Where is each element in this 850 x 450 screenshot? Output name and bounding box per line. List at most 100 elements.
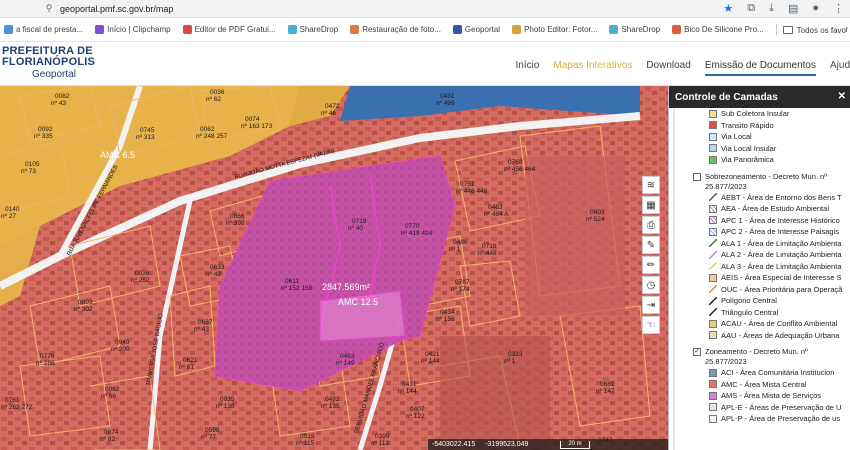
lot-code-label: 0716 [482, 243, 497, 250]
lot-number-label: nº 252 [131, 277, 150, 284]
nav-emissao-documentos[interactable]: Emissão de Documentos [704, 60, 816, 76]
bookmark-item[interactable]: a fiscal de presta... [4, 25, 83, 34]
lot-number-label: nº 112 [371, 440, 390, 447]
legend-label: APC 1 - Área de Interesse Histórico [721, 215, 840, 225]
bookmark-item[interactable]: Bico De Silicone Pro... [672, 25, 764, 34]
legend-item[interactable]: AMC - Área Mista Central [709, 379, 850, 391]
nav-download[interactable]: Download [646, 60, 690, 76]
lot-code-label: 0776 [40, 353, 55, 360]
draw-tool-button[interactable]: ✏ [642, 256, 660, 274]
legend-line-swatch [708, 192, 718, 202]
bookmark-favicon-icon [287, 25, 297, 34]
legend-item[interactable]: OUC - Área Prioritária para Operaçã [708, 284, 850, 296]
lot-code-label: 0751 [460, 181, 475, 188]
basemap-tool-button[interactable]: ▦ [642, 196, 660, 214]
legend-item[interactable]: Polígono Central [708, 295, 850, 307]
lot-code-label: 0633 [210, 264, 225, 271]
identify-tool-button[interactable]: ◷ [642, 276, 660, 294]
legend-item[interactable]: ACI - Área Comunitária Institucion [709, 367, 850, 379]
browser-actions: ★ ⧉ ⤓ ▤ ● ⋮ [723, 2, 844, 15]
lot-code-label: 0074 [245, 116, 260, 123]
pmf-logo[interactable]: PREFEITURA DE FLORIANÓPOLIS Geoportal [2, 46, 95, 80]
legend-item[interactable]: ALA 1 - Área de Limitação Ambienta [708, 238, 850, 250]
legend-line-icon [708, 238, 718, 248]
legend-item[interactable]: Via Panorâmica [709, 154, 850, 166]
lot-code-label: 0333 [508, 351, 523, 358]
bookmark-item[interactable]: Photo Editor: Fotor... [512, 25, 597, 34]
layer-checkbox[interactable] [693, 172, 701, 181]
legend-item[interactable]: AMS - Área Mista de Serviços [709, 390, 850, 402]
site-info-icon[interactable]: ⚲ [44, 3, 54, 14]
legend-item[interactable]: APC 1 - Área de Interesse Histórico [709, 215, 850, 227]
layer-checkbox[interactable]: ✓ [693, 348, 701, 356]
lot-number-label: nº 62 [206, 96, 221, 103]
lot-number-label: nº 335 [34, 133, 53, 140]
legend-label: AEA - Área de Estudo Ambiental [721, 204, 829, 214]
bookmark-star-icon[interactable]: ★ [723, 2, 733, 15]
legend-label: ALA 2 - Área de Limitação Ambienta [721, 250, 842, 260]
legend-item[interactable]: AEBT - Área de Entorno dos Bens T [708, 192, 850, 204]
area-measure-label: 2847.569m² [322, 282, 370, 292]
lot-code-label: 0482 [325, 396, 340, 403]
lot-number-label: nº 43 [194, 326, 209, 333]
layers-tool-button[interactable]: ≋ [642, 176, 660, 194]
legend-item[interactable]: Transito Rápido [709, 120, 850, 132]
profile-icon[interactable]: ● [812, 2, 819, 15]
legend-item[interactable]: APL-E - Áreas de Preservação de U [709, 402, 850, 414]
measure-tool-button[interactable]: ✎ [642, 236, 660, 254]
map-canvas[interactable]: RUA JOÃO MOTTA ESPEZIM (VA180) RUA JUVEN… [0, 86, 668, 450]
layer-group-zoneamento[interactable]: ✓ Zoneamento - Decreto Mun. nº 25.877/202… [693, 347, 850, 367]
nav-inicio[interactable]: Início [515, 60, 539, 76]
export-tool-button[interactable]: ⇥ [642, 296, 660, 314]
legend-item[interactable]: Via Local Insular [709, 143, 850, 155]
sidepanel-icon[interactable]: ▤ [788, 2, 798, 15]
legend-item[interactable]: ALA 2 - Área de Limitação Ambienta [708, 249, 850, 261]
browser-address-bar[interactable]: ⚲ geoportal.pmf.sc.gov.br/map ★ ⧉ ⤓ ▤ ● … [0, 0, 850, 18]
lot-code-label: 0768 [508, 159, 523, 166]
bookmark-item[interactable]: Início | Clipchamp [95, 25, 171, 34]
legend-item[interactable]: ALA 3 - Área de Limitação Ambienta [708, 261, 850, 273]
bookmark-item[interactable]: ShareDrop [609, 25, 660, 34]
layer-group-sobrezoneamento[interactable]: Sobrezoneamento - Decreto Mun. nº 25.877… [693, 172, 850, 192]
lot-code-label: 0519 [300, 433, 315, 440]
legend-label: AMS - Área Mista de Serviços [721, 391, 822, 401]
bookmark-item[interactable]: Geoportal [452, 25, 500, 34]
download-icon[interactable]: ⤓ [769, 2, 774, 15]
nav-ajuda[interactable]: Ajud [830, 60, 850, 76]
pan-tool-button[interactable]: ☜ [642, 316, 660, 334]
coord-x: -5403022.415 [432, 441, 476, 448]
lot-code-label: 0681 [600, 381, 615, 388]
legend-item[interactable]: APC 2 - Área de Interesse Paisagis [709, 226, 850, 238]
nav-mapas-interativos[interactable]: Mapas Interativos [553, 60, 632, 76]
legend-item[interactable]: Triângulo Central [708, 307, 850, 319]
extensions-icon[interactable]: ⧉ [747, 2, 755, 15]
map-svg[interactable]: RUA JOÃO MOTTA ESPEZIM (VA180) RUA JUVEN… [0, 86, 668, 450]
bookmark-item[interactable]: Restauração de foto... [350, 25, 441, 34]
legend-item[interactable]: ACAU - Área de Conflito Ambiental [709, 318, 850, 330]
legend-item[interactable]: APL-P - Área de Preservação de us [709, 413, 850, 425]
legend-item[interactable]: AEA - Área de Estudo Ambiental [709, 203, 850, 215]
legend-line-swatch [708, 296, 718, 306]
lot-number-label: nº 286 [36, 360, 55, 367]
site-header: PREFEITURA DE FLORIANÓPOLIS Geoportal In… [0, 42, 850, 86]
legend-label: Sub Coletora Insular [721, 109, 790, 119]
bookmark-item[interactable]: ShareDrop [287, 25, 338, 34]
all-favorites[interactable]: Todos os favo [769, 24, 846, 36]
legend-item[interactable]: AAU - Áreas de Adequação Urbana [709, 330, 850, 342]
lot-number-label: nº 147 [596, 388, 615, 395]
menu-icon[interactable]: ⋮ [833, 2, 844, 15]
bookmark-label: Editor de PDF Gratui... [194, 25, 276, 34]
legend-line-icon [708, 250, 718, 260]
url-text[interactable]: geoportal.pmf.sc.gov.br/map [60, 4, 173, 14]
panel-close-icon[interactable]: ✕ [838, 91, 846, 102]
legend-item[interactable]: AEIS - Área Especial de Interesse S [709, 272, 850, 284]
lot-code-label: 0761 [5, 397, 20, 404]
map-toolbar: ≋ ▦ ⎙ ✎ ✏ ◷ ⇥ ☜ [642, 176, 660, 334]
lot-number-label: nº 115 [296, 440, 315, 447]
main-nav: Início Mapas Interativos Download Emissã… [515, 60, 850, 76]
print-tool-button[interactable]: ⎙ [642, 216, 660, 234]
bookmark-favicon-icon [672, 25, 682, 34]
legend-item[interactable]: Via Local [709, 131, 850, 143]
bookmark-item[interactable]: Editor de PDF Gratui... [182, 25, 276, 34]
legend-item[interactable]: Sub Coletora Insular [709, 108, 850, 120]
